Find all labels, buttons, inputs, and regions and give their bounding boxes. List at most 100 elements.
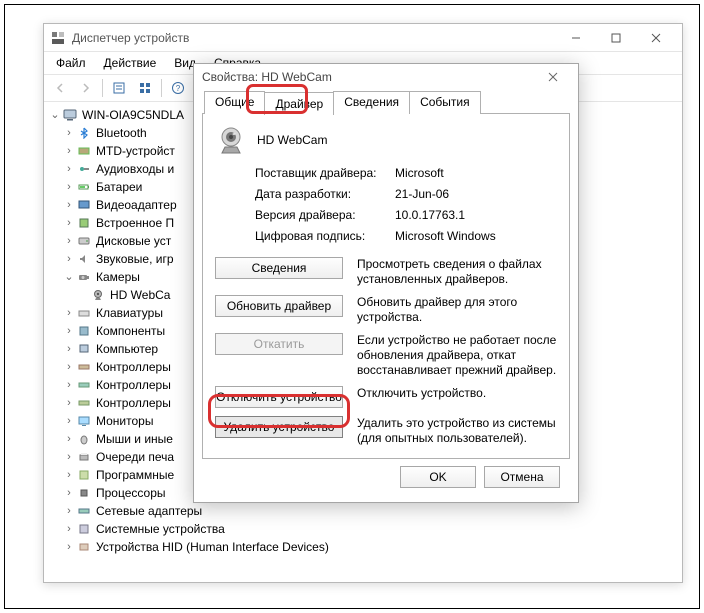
- tree-item[interactable]: Программные: [96, 466, 174, 484]
- expand-toggle[interactable]: ›: [62, 178, 76, 196]
- expand-toggle[interactable]: ›: [62, 142, 76, 160]
- expand-toggle[interactable]: ›: [62, 214, 76, 232]
- label-provider: Поставщик драйвера:: [255, 166, 395, 180]
- tree-item[interactable]: Устройства HID (Human Interface Devices): [96, 538, 329, 556]
- expand-toggle[interactable]: ›: [62, 412, 76, 430]
- tree-item[interactable]: Bluetooth: [96, 124, 147, 142]
- toolbar-back-icon[interactable]: [48, 77, 72, 99]
- update-driver-button[interactable]: Обновить драйвер: [215, 295, 343, 317]
- expand-toggle[interactable]: ›: [62, 538, 76, 556]
- tree-item[interactable]: Сетевые адаптеры: [96, 502, 202, 520]
- tree-item[interactable]: Видеоадаптер: [96, 196, 177, 214]
- expand-toggle[interactable]: ›: [62, 376, 76, 394]
- dm-title: Диспетчер устройств: [72, 31, 556, 45]
- tree-item[interactable]: Встроенное П: [96, 214, 174, 232]
- tab-details[interactable]: Сведения: [333, 91, 410, 114]
- controller-icon: [76, 377, 92, 393]
- software-icon: [76, 467, 92, 483]
- remove-device-button[interactable]: Удалить устройство: [215, 416, 343, 438]
- expand-toggle[interactable]: ›: [62, 160, 76, 178]
- monitor-icon: [76, 413, 92, 429]
- expand-toggle[interactable]: ›: [62, 124, 76, 142]
- disable-device-desc: Отключить устройство.: [357, 386, 486, 401]
- tree-item[interactable]: Звуковые, игр: [96, 250, 174, 268]
- tree-item[interactable]: Компьютер: [96, 340, 158, 358]
- tree-item[interactable]: Контроллеры: [96, 394, 171, 412]
- rollback-driver-desc: Если устройство не работает после обновл…: [357, 333, 557, 378]
- tree-item[interactable]: Контроллеры: [96, 358, 171, 376]
- expand-toggle[interactable]: ⌄: [48, 106, 62, 124]
- webcam-icon: [90, 287, 106, 303]
- tree-item-cameras[interactable]: Камеры: [96, 268, 140, 286]
- expand-toggle[interactable]: ⌄: [62, 268, 76, 286]
- firmware-icon: [76, 215, 92, 231]
- tree-item[interactable]: Контроллеры: [96, 376, 171, 394]
- cancel-button[interactable]: Отмена: [484, 466, 560, 488]
- update-driver-desc: Обновить драйвер для этого устройства.: [357, 295, 557, 325]
- toolbar-detail-icon[interactable]: [107, 77, 131, 99]
- tree-item[interactable]: Компоненты: [96, 322, 165, 340]
- pc-icon: [76, 341, 92, 357]
- display-adapter-icon: [76, 197, 92, 213]
- dm-titlebar: Диспетчер устройств: [44, 24, 682, 52]
- value-provider: Microsoft: [395, 166, 557, 180]
- expand-toggle[interactable]: ›: [62, 520, 76, 538]
- tab-general[interactable]: Общие: [204, 91, 265, 114]
- expand-toggle[interactable]: ›: [62, 484, 76, 502]
- tree-item[interactable]: Мыши и иные: [96, 430, 173, 448]
- device-manager-icon: [50, 30, 66, 46]
- expand-toggle[interactable]: ›: [62, 340, 76, 358]
- disk-icon: [76, 233, 92, 249]
- device-name: HD WebCam: [257, 133, 327, 147]
- close-icon[interactable]: [536, 66, 570, 88]
- sound-icon: [76, 251, 92, 267]
- tree-item[interactable]: Процессоры: [96, 484, 166, 502]
- expand-toggle[interactable]: ›: [62, 430, 76, 448]
- ok-button[interactable]: OK: [400, 466, 476, 488]
- tree-item[interactable]: Системные устройства: [96, 520, 225, 538]
- battery-icon: [76, 179, 92, 195]
- tree-item-webcam[interactable]: HD WebCa: [110, 286, 170, 304]
- expand-toggle[interactable]: ›: [62, 394, 76, 412]
- expand-toggle[interactable]: ›: [62, 502, 76, 520]
- expand-toggle[interactable]: ›: [62, 448, 76, 466]
- device-icon: [76, 143, 92, 159]
- disable-device-button[interactable]: Отключить устройство: [215, 386, 343, 408]
- tab-panel-driver: HD WebCam Поставщик драйвера: Microsoft …: [202, 113, 570, 459]
- driver-details-button[interactable]: Сведения: [215, 257, 343, 279]
- component-icon: [76, 323, 92, 339]
- tree-item[interactable]: Очереди печа: [96, 448, 174, 466]
- toolbar-help-icon[interactable]: ?: [166, 77, 190, 99]
- expand-toggle[interactable]: ›: [62, 466, 76, 484]
- prop-title: Свойства: HD WebCam: [202, 70, 536, 84]
- toolbar-forward-icon[interactable]: [74, 77, 98, 99]
- expand-toggle[interactable]: ›: [62, 322, 76, 340]
- keyboard-icon: [76, 305, 92, 321]
- tree-item[interactable]: Батареи: [96, 178, 142, 196]
- value-version: 10.0.17763.1: [395, 208, 557, 222]
- expand-toggle[interactable]: ›: [62, 196, 76, 214]
- minimize-button[interactable]: [556, 26, 596, 50]
- toolbar-view-icon[interactable]: [133, 77, 157, 99]
- tab-driver[interactable]: Драйвер: [264, 92, 334, 115]
- tree-item[interactable]: Клавиатуры: [96, 304, 163, 322]
- expand-toggle[interactable]: ›: [62, 232, 76, 250]
- tree-item[interactable]: Аудиовходы и: [96, 160, 174, 178]
- system-icon: [76, 521, 92, 537]
- expand-toggle[interactable]: ›: [62, 358, 76, 376]
- tree-item[interactable]: Мониторы: [96, 412, 153, 430]
- maximize-button[interactable]: [596, 26, 636, 50]
- menu-action[interactable]: Действие: [96, 54, 165, 72]
- hid-icon: [76, 539, 92, 555]
- value-date: 21-Jun-06: [395, 187, 557, 201]
- webcam-large-icon: [215, 124, 247, 156]
- expand-toggle[interactable]: ›: [62, 250, 76, 268]
- tree-item[interactable]: Дисковые уст: [96, 232, 171, 250]
- close-button[interactable]: [636, 26, 676, 50]
- tree-root[interactable]: WIN-OIA9C5NDLA: [82, 106, 184, 124]
- tree-item[interactable]: MTD-устройст: [96, 142, 175, 160]
- tab-events[interactable]: События: [409, 91, 481, 114]
- computer-icon: [62, 107, 78, 123]
- menu-file[interactable]: Файл: [48, 54, 94, 72]
- expand-toggle[interactable]: ›: [62, 304, 76, 322]
